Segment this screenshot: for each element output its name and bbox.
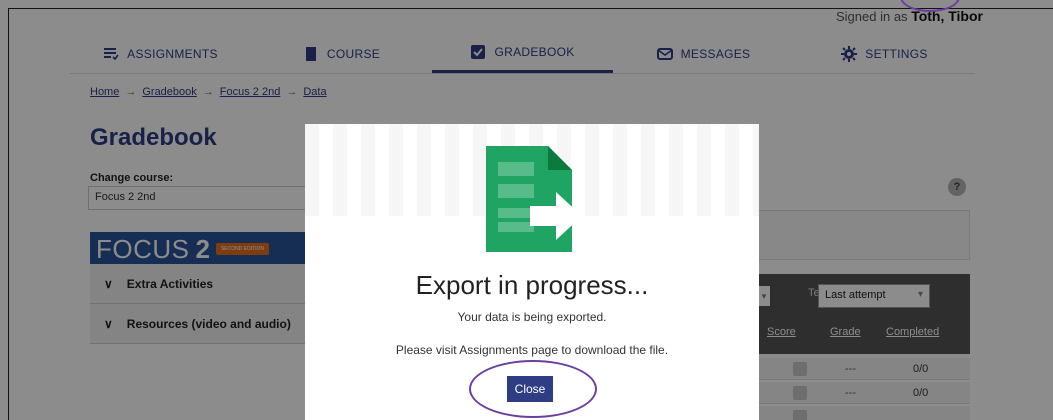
modal-message: Your data is being exported. [457, 310, 607, 324]
spreadsheet-export-icon [486, 146, 582, 252]
annotation-circle [469, 360, 597, 418]
modal-instruction: Please visit Assignments page to downloa… [395, 343, 669, 357]
modal-title: Export in progress... [415, 270, 649, 300]
